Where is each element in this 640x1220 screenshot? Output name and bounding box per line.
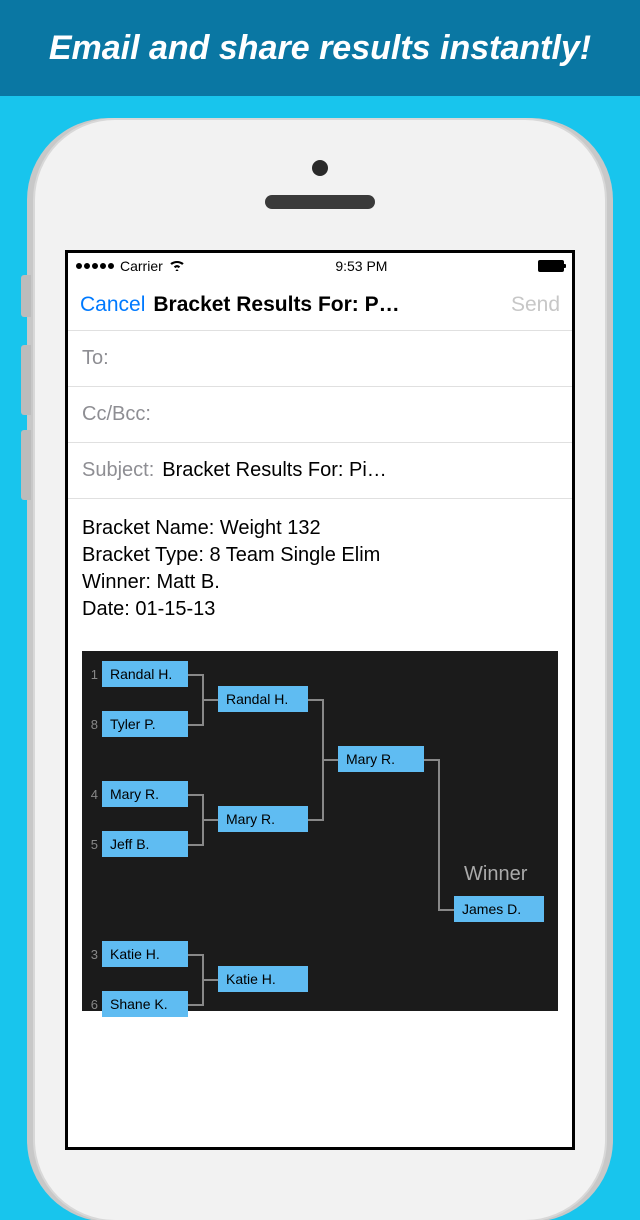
body-line: Date: 01-15-13 [82,596,558,623]
battery-icon [538,260,564,272]
bracket-seed: 8 [84,717,98,732]
device-camera [312,160,328,176]
wifi-icon [169,258,185,275]
subject-field[interactable]: Subject: Bracket Results For: Pi… [68,443,572,499]
device-side-button [21,275,31,317]
to-field-label: To: [82,347,109,370]
cc-bcc-field[interactable]: Cc/Bcc: [68,387,572,443]
bracket-slot: Mary R. [218,806,308,832]
bracket-slot: Jeff B. [102,831,188,857]
winner-label: Winner [464,863,527,886]
bracket-winner-slot: James D. [454,896,544,922]
device-side-button [21,345,31,415]
bracket-seed: 1 [84,667,98,682]
bracket-slot: Randal H. [218,686,308,712]
bracket-seed: 4 [84,787,98,802]
subject-field-label: Subject: [82,459,154,482]
subject-field-value: Bracket Results For: Pi… [162,459,558,482]
device-speaker [265,195,375,209]
send-button[interactable]: Send [511,293,560,317]
email-body[interactable]: Bracket Name: Weight 132 Bracket Type: 8… [68,499,572,639]
body-line: Winner: Matt B. [82,569,558,596]
status-time: 9:53 PM [335,258,387,274]
bracket-slot: Shane K. [102,991,188,1017]
device-side-button [21,430,31,500]
bracket-slot: Mary R. [338,746,424,772]
bracket-seed: 5 [84,837,98,852]
body-line: Bracket Name: Weight 132 [82,515,558,542]
device-screen: Carrier 9:53 PM Cancel Bracket Results F… [65,250,575,1150]
compose-nav-bar: Cancel Bracket Results For: P… Send [68,279,572,331]
device-frame: Carrier 9:53 PM Cancel Bracket Results F… [35,120,605,1220]
bracket-image: 1 8 4 5 3 6 Randal H. Tyler P. Mary R. J… [82,651,558,1011]
cc-bcc-field-label: Cc/Bcc: [82,403,151,426]
bracket-slot: Katie H. [102,941,188,967]
bracket-slot: Katie H. [218,966,308,992]
body-line: Bracket Type: 8 Team Single Elim [82,542,558,569]
promo-banner: Email and share results instantly! [0,0,640,96]
carrier-label: Carrier [120,258,163,274]
cancel-button[interactable]: Cancel [80,293,145,317]
status-bar: Carrier 9:53 PM [68,253,572,279]
nav-title: Bracket Results For: P… [153,293,503,317]
to-field[interactable]: To: [68,331,572,387]
bracket-seed: 3 [84,947,98,962]
bracket-slot: Randal H. [102,661,188,687]
bracket-slot: Tyler P. [102,711,188,737]
signal-icon [76,263,114,269]
bracket-slot: Mary R. [102,781,188,807]
bracket-seed: 6 [84,997,98,1012]
promo-banner-text: Email and share results instantly! [49,29,591,68]
